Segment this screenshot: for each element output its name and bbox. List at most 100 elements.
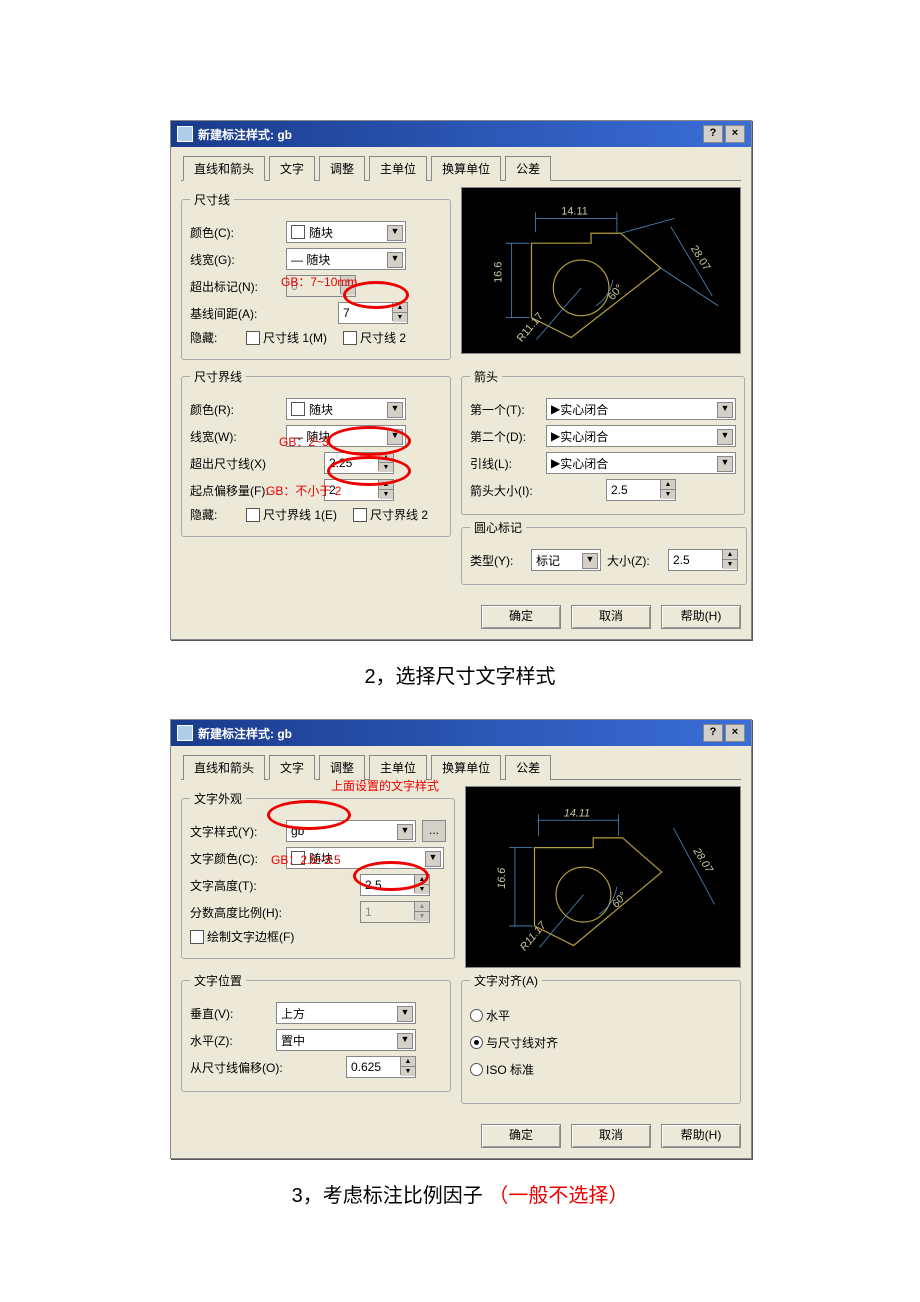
- dialog-dimstyle-text: 新建标注样式: gb ? × 直线和箭头 文字 调整 主单位 换算单位 公差 文…: [170, 719, 752, 1159]
- textstyle-browse-button[interactable]: ...: [422, 820, 446, 842]
- color-label: 颜色(C):: [190, 224, 280, 241]
- extend-spin: 0▲▼: [286, 275, 356, 297]
- group-text-align: 文字对齐(A) 水平 与尺寸线对齐 ISO 标准: [461, 972, 741, 1104]
- lineweight-label: 线宽(G):: [190, 251, 280, 268]
- tabstrip: 直线和箭头 文字 调整 主单位 换算单位 公差: [181, 754, 741, 780]
- help-button[interactable]: ?: [703, 125, 723, 143]
- help-button-bottom[interactable]: 帮助(H): [661, 1124, 741, 1148]
- ext-beyond-spin[interactable]: 2.25▲▼: [324, 452, 394, 474]
- close-button[interactable]: ×: [725, 125, 745, 143]
- arrow2-combo[interactable]: ▶实心闭合: [546, 425, 736, 447]
- offset-spin[interactable]: 0.625▲▼: [346, 1056, 416, 1078]
- fracheight-spin: 1▲▼: [360, 901, 430, 923]
- group-center: 圆心标记 类型(Y): 标记 大小(Z): 2.5▲▼: [461, 519, 747, 585]
- leader-label: 引线(L):: [470, 455, 540, 472]
- tab-lines-arrows[interactable]: 直线和箭头: [183, 755, 265, 780]
- help-button[interactable]: ?: [703, 724, 723, 742]
- color-combo[interactable]: 随块: [286, 221, 406, 243]
- extend-label: 超出标记(N):: [190, 278, 280, 295]
- ok-button[interactable]: 确定: [481, 1124, 561, 1148]
- cancel-button[interactable]: 取消: [571, 605, 651, 629]
- ext-color-label: 颜色(R):: [190, 401, 280, 418]
- baseline-label: 基线间距(A):: [190, 305, 280, 322]
- group-extline: 尺寸界线 颜色(R): 随块 线宽(W): — 随块 超出尺寸线(X) 2.25…: [181, 368, 451, 537]
- legend-appear: 文字外观: [190, 790, 246, 807]
- ext-lw-combo[interactable]: — 随块: [286, 425, 406, 447]
- dialog-dimstyle-lines: 新建标注样式: gb ? × 直线和箭头 文字 调整 主单位 换算单位 公差 尺…: [170, 120, 752, 640]
- group-dimline: 尺寸线 颜色(C): 随块 线宽(G): — 随块 超出标记(N): 0▲▼: [181, 191, 451, 360]
- svg-text:R11.17: R11.17: [518, 919, 550, 953]
- center-size-label: 大小(Z):: [607, 552, 662, 569]
- app-icon: [177, 126, 193, 142]
- arrow-size-label: 箭头大小(I):: [470, 482, 600, 499]
- tab-text[interactable]: 文字: [269, 755, 315, 780]
- ext-color-combo[interactable]: 随块: [286, 398, 406, 420]
- arrow-size-spin[interactable]: 2.5▲▼: [606, 479, 676, 501]
- tab-fit[interactable]: 调整: [319, 156, 365, 181]
- tab-fit[interactable]: 调整: [319, 755, 365, 780]
- legend-center: 圆心标记: [470, 519, 526, 536]
- horz-combo[interactable]: 置中: [276, 1029, 416, 1051]
- svg-text:28.07: 28.07: [688, 243, 713, 273]
- radio-iso[interactable]: ISO 标准: [470, 1061, 534, 1078]
- textcolor-combo[interactable]: 随块: [286, 847, 444, 869]
- svg-text:16.6: 16.6: [493, 262, 505, 283]
- frac-label: 分数高度比例(H):: [190, 904, 310, 921]
- tab-tolerance[interactable]: 公差: [505, 156, 551, 181]
- radio-align-dimline[interactable]: 与尺寸线对齐: [470, 1034, 558, 1051]
- vert-combo[interactable]: 上方: [276, 1002, 416, 1024]
- hide-ext2-chk[interactable]: 尺寸界线 2: [353, 506, 428, 523]
- tab-lines-arrows[interactable]: 直线和箭头: [183, 156, 265, 181]
- leader-combo[interactable]: ▶实心闭合: [546, 452, 736, 474]
- svg-text:28.07: 28.07: [690, 845, 716, 876]
- svg-text:16.6: 16.6: [496, 868, 508, 889]
- lineweight-combo[interactable]: — 随块: [286, 248, 406, 270]
- baseline-spin[interactable]: 7▲▼: [338, 302, 408, 324]
- tab-primary-units[interactable]: 主单位: [369, 156, 427, 181]
- offset-label: 从尺寸线偏移(O):: [190, 1059, 310, 1076]
- textheight-spin[interactable]: 2.5▲▼: [360, 874, 430, 896]
- arrow1-label: 第一个(T):: [470, 401, 540, 418]
- hide-label: 隐藏:: [190, 329, 240, 346]
- svg-text:14.11: 14.11: [561, 205, 587, 217]
- height-label: 文字高度(T):: [190, 877, 280, 894]
- svg-text:14.11: 14.11: [564, 807, 590, 819]
- app-icon: [177, 725, 193, 741]
- legend-align: 文字对齐(A): [470, 972, 542, 989]
- cancel-button[interactable]: 取消: [571, 1124, 651, 1148]
- preview-pane: 14.11 16.6 28.07 60° R11.17: [465, 786, 741, 968]
- tab-alt-units[interactable]: 换算单位: [431, 156, 501, 181]
- tab-text[interactable]: 文字: [269, 156, 315, 181]
- hide-dimline1-chk[interactable]: 尺寸线 1(M): [246, 329, 327, 346]
- horz-label: 水平(Z):: [190, 1032, 270, 1049]
- tab-tolerance[interactable]: 公差: [505, 755, 551, 780]
- ext-offset-spin[interactable]: 2▲▼: [324, 479, 394, 501]
- ok-button[interactable]: 确定: [481, 605, 561, 629]
- group-text-pos: 文字位置 垂直(V): 上方 水平(Z): 置中 从尺寸线偏移(O): 0.62…: [181, 972, 451, 1092]
- tcolor-label: 文字颜色(C):: [190, 850, 280, 867]
- legend-pos: 文字位置: [190, 972, 246, 989]
- close-button[interactable]: ×: [725, 724, 745, 742]
- draw-frame-chk[interactable]: 绘制文字边框(F): [190, 928, 294, 945]
- textstyle-combo[interactable]: gb: [286, 820, 416, 842]
- help-button-bottom[interactable]: 帮助(H): [661, 605, 741, 629]
- center-type-combo[interactable]: 标记: [531, 549, 601, 571]
- tab-primary-units[interactable]: 主单位: [369, 755, 427, 780]
- center-type-label: 类型(Y):: [470, 552, 525, 569]
- style-label: 文字样式(Y):: [190, 823, 280, 840]
- ext-beyond-label: 超出尺寸线(X): [190, 455, 280, 472]
- center-size-spin[interactable]: 2.5▲▼: [668, 549, 738, 571]
- legend-dimline: 尺寸线: [190, 191, 234, 208]
- arrow2-label: 第二个(D):: [470, 428, 540, 445]
- hide-ext1-chk[interactable]: 尺寸界线 1(E): [246, 506, 337, 523]
- group-text-appear: 文字外观 文字样式(Y): gb ... 文字颜色(C): 随块 文字高度(T)…: [181, 790, 455, 959]
- tabstrip: 直线和箭头 文字 调整 主单位 换算单位 公差: [181, 155, 741, 181]
- tab-alt-units[interactable]: 换算单位: [431, 755, 501, 780]
- dialog-title: 新建标注样式: gb: [198, 126, 292, 143]
- dialog-title: 新建标注样式: gb: [198, 725, 292, 742]
- svg-text:60°: 60°: [610, 890, 630, 911]
- svg-text:R11.17: R11.17: [515, 310, 546, 344]
- arrow1-combo[interactable]: ▶实心闭合: [546, 398, 736, 420]
- hide-dimline2-chk[interactable]: 尺寸线 2: [343, 329, 406, 346]
- radio-horizontal[interactable]: 水平: [470, 1007, 510, 1024]
